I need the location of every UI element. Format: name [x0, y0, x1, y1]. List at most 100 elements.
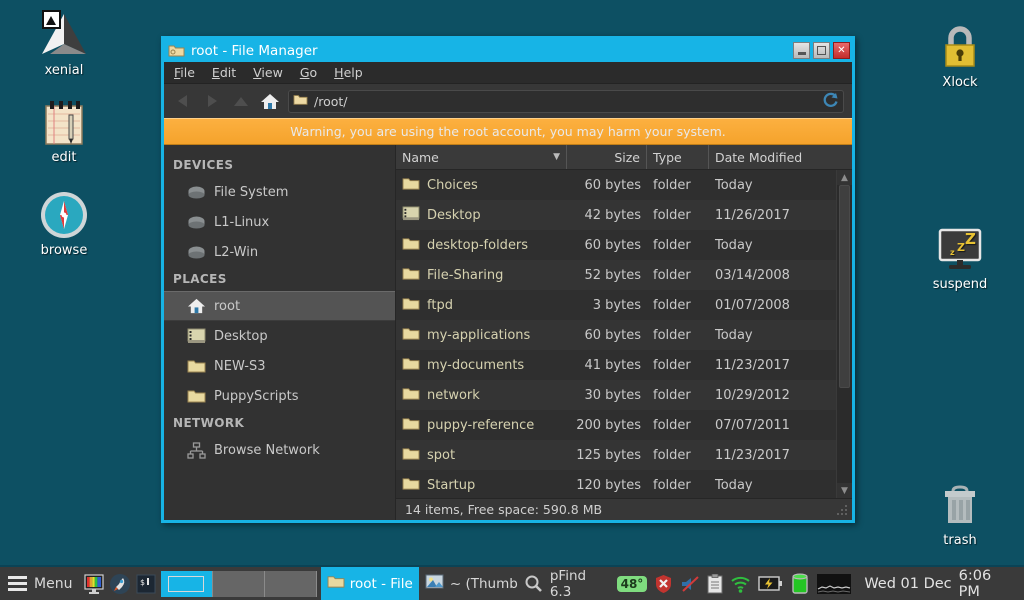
table-row[interactable]: spot 125 bytes folder 11/23/2017 — [396, 440, 836, 470]
sidebar-item-root[interactable]: root — [164, 291, 395, 321]
battery-charging-icon[interactable] — [758, 575, 783, 592]
file-list-header[interactable]: Name ▼ Size Type Date Modified — [396, 145, 852, 170]
wifi-icon[interactable] — [730, 575, 751, 593]
clipboard-icon[interactable] — [707, 573, 723, 594]
file-name-cell[interactable]: Startup — [396, 476, 567, 495]
sidebar-item-l2-win[interactable]: L2-Win — [164, 237, 395, 267]
start-menu-button[interactable]: Menu — [0, 567, 81, 600]
table-row[interactable]: my-documents 41 bytes folder 11/23/2017 — [396, 350, 836, 380]
task-list[interactable]: root - File ~ (Thumb — [320, 567, 524, 600]
firewall-shield-icon[interactable] — [654, 574, 673, 594]
file-name-cell[interactable]: network — [396, 386, 567, 405]
file-name-cell[interactable]: desktop-folders — [396, 236, 567, 255]
desktop-icon-label: Xlock — [942, 75, 978, 90]
scrollbar-thumb[interactable] — [839, 185, 850, 388]
sidebar[interactable]: DEVICES File System L1-Linux L2-Win PLAC… — [164, 145, 396, 520]
temperature-badge[interactable]: 48° — [616, 575, 648, 592]
reload-button[interactable] — [822, 91, 839, 111]
padlock-icon — [914, 20, 1006, 72]
memory-gauge-icon[interactable] — [790, 572, 810, 595]
table-row[interactable]: desktop-folders 60 bytes folder Today — [396, 230, 836, 260]
minimize-button[interactable] — [793, 42, 810, 59]
sidebar-section-places: PLACES — [173, 272, 227, 286]
file-name-cell[interactable]: spot — [396, 446, 567, 465]
pfind-icon[interactable] — [524, 574, 543, 593]
cpu-graph-icon[interactable] — [817, 573, 852, 594]
clock-date[interactable]: Wed 01 Dec — [864, 576, 951, 592]
maximize-button[interactable] — [813, 42, 830, 59]
pfind-label[interactable]: pFind 6.3 — [550, 568, 610, 600]
file-name-cell[interactable]: my-applications — [396, 326, 567, 345]
scrollbar-track[interactable] — [837, 185, 852, 483]
back-button[interactable] — [172, 90, 194, 112]
task-button-thumbnail-viewer[interactable]: ~ (Thumb — [419, 567, 524, 600]
scroll-down-arrow-icon[interactable]: ▼ — [837, 483, 852, 498]
resize-grip-icon[interactable] — [835, 503, 849, 517]
menu-go[interactable]: Go — [300, 65, 317, 80]
task-label: root - File — [349, 575, 413, 592]
file-type-cell: folder — [653, 207, 691, 223]
clock-time[interactable]: 6:06 PM — [959, 568, 1015, 600]
table-row[interactable]: Desktop 42 bytes folder 11/26/2017 — [396, 200, 836, 230]
menubar[interactable]: File Edit View Go Help — [164, 62, 852, 84]
table-row[interactable]: my-applications 60 bytes folder Today — [396, 320, 836, 350]
workspace-cell-1[interactable] — [160, 570, 213, 597]
sidebar-item-l1-linux[interactable]: L1-Linux — [164, 207, 395, 237]
rocket-launcher-icon[interactable] — [107, 567, 133, 600]
file-name-cell[interactable]: my-documents — [396, 356, 567, 375]
display-settings-icon[interactable] — [81, 567, 107, 600]
toolbar[interactable]: /root/ — [164, 84, 852, 118]
menu-file[interactable]: File — [174, 65, 195, 80]
table-row[interactable]: File-Sharing 52 bytes folder 03/14/2008 — [396, 260, 836, 290]
menu-edit[interactable]: Edit — [212, 65, 236, 80]
menu-help[interactable]: Help — [334, 65, 363, 80]
up-button[interactable] — [230, 90, 252, 112]
close-button[interactable]: ✕ — [833, 42, 850, 59]
desktop-icon-xlock[interactable]: Xlock — [914, 20, 1006, 90]
desktop-icon-suspend[interactable]: Z Z z suspend — [914, 222, 1006, 292]
file-manager-window[interactable]: root - File Manager ✕ File Edit View Go … — [161, 36, 855, 523]
desktop[interactable]: xenial edit browse Xlock Z Z z suspend t… — [0, 0, 1024, 565]
column-header-date-modified[interactable]: Date Modified — [709, 145, 852, 169]
vertical-scrollbar[interactable]: ▲ ▼ — [836, 170, 852, 498]
home-button[interactable] — [259, 90, 281, 112]
file-name-cell[interactable]: puppy-reference — [396, 416, 567, 435]
sidebar-section-network: NETWORK — [173, 416, 245, 430]
file-name-cell[interactable]: Desktop — [396, 205, 567, 225]
scroll-up-arrow-icon[interactable]: ▲ — [837, 170, 852, 185]
desktop-icon-browse[interactable]: browse — [18, 188, 110, 258]
desktop-icon-trash[interactable]: trash — [914, 478, 1006, 548]
window-titlebar[interactable]: root - File Manager ✕ — [164, 39, 852, 62]
taskbar[interactable]: Menu $ root - File ~ (Thumb pFind 6.3 48… — [0, 565, 1024, 600]
table-row[interactable]: puppy-reference 200 bytes folder 07/07/2… — [396, 410, 836, 440]
task-button-file-manager[interactable]: root - File — [320, 567, 419, 600]
column-header-name[interactable]: Name ▼ — [396, 145, 567, 169]
svg-text:z: z — [950, 248, 955, 257]
workspace-cell-3[interactable] — [264, 570, 317, 597]
table-row[interactable]: Startup 120 bytes folder Today — [396, 470, 836, 498]
file-name-cell[interactable]: ftpd — [396, 296, 567, 315]
file-list-rows[interactable]: Choices 60 bytes folder Today Desktop 42… — [396, 170, 836, 498]
desktop-icon-edit[interactable]: edit — [18, 95, 110, 165]
menu-view[interactable]: View — [253, 65, 283, 80]
sidebar-item-browse-network[interactable]: Browse Network — [164, 435, 395, 465]
volume-muted-icon[interactable] — [680, 575, 700, 593]
file-name-cell[interactable]: Choices — [396, 176, 567, 195]
sidebar-item-puppyscripts[interactable]: PuppyScripts — [164, 381, 395, 411]
file-name-cell[interactable]: File-Sharing — [396, 266, 567, 285]
forward-button[interactable] — [201, 90, 223, 112]
table-row[interactable]: ftpd 3 bytes folder 01/07/2008 — [396, 290, 836, 320]
table-row[interactable]: Choices 60 bytes folder Today — [396, 170, 836, 200]
sidebar-item-file-system[interactable]: File System — [164, 177, 395, 207]
column-header-size[interactable]: Size — [567, 145, 647, 169]
path-entry[interactable]: /root/ — [288, 89, 844, 113]
workspace-cell-2[interactable] — [212, 570, 265, 597]
sidebar-item-new-s3[interactable]: NEW-S3 — [164, 351, 395, 381]
system-tray[interactable]: pFind 6.3 48° Wed 01 Dec 6:06 PM — [524, 567, 1024, 600]
sidebar-item-desktop[interactable]: Desktop — [164, 321, 395, 351]
column-header-type[interactable]: Type — [647, 145, 709, 169]
table-row[interactable]: network 30 bytes folder 10/29/2012 — [396, 380, 836, 410]
desktop-icon-xenial[interactable]: xenial — [18, 8, 110, 78]
workspace-pager[interactable] — [160, 570, 317, 597]
terminal-icon[interactable]: $ — [133, 567, 159, 600]
